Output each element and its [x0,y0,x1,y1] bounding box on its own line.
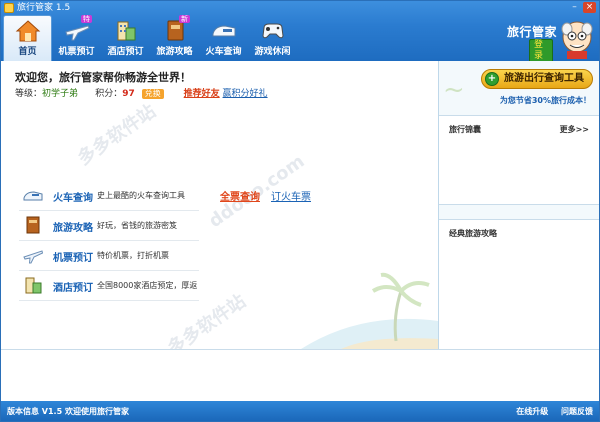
plus-icon: + [485,72,499,86]
recommend-friend-link[interactable]: 推荐好友 [184,89,220,99]
travel-tool-label: 旅游出行查询工具 [504,73,584,84]
nav-home[interactable]: 首页 [3,15,52,61]
nav-label: 机票预订 [58,47,95,57]
lower-panel [1,349,599,401]
window-controls: – × [568,2,596,13]
book-train-ticket-link[interactable]: 订火车票 [271,188,311,203]
service-name[interactable]: 火车查询 [53,189,93,204]
right-sidebar: ~ + 旅游出行查询工具 为您节省30%旅行成本！ 旅行锦囊 更多>> 经典旅游… [438,61,599,349]
watermark: 多多软件站 [73,100,160,170]
nav-label: 游戏休闲 [254,47,291,57]
level-label: 等级： [15,89,43,99]
brand-logo: 旅行管家 登录 [507,21,557,63]
beach-decoration [301,272,438,349]
welcome-message: 欢迎您，旅行管家帮你畅游全世界！ [15,71,191,84]
plane-icon [23,250,43,264]
classic-guides-panel: 经典旅游攻略 [439,219,599,349]
decorative-script: ~ [443,75,465,105]
train-icon [23,191,43,201]
service-item-guide[interactable]: 旅游攻略 好玩，省钱的旅游密笈 [19,211,199,241]
travel-tool-button[interactable]: + 旅游出行查询工具 [481,69,593,89]
service-desc: 好玩，省钱的旅游密笈 [97,221,177,230]
version-text: V1.5 欢迎使用旅行管家 [41,407,129,416]
status-bar: 版本信息 V1.5 欢迎使用旅行管家 在线升级 问题反馈 [1,401,599,421]
service-desc: 史上最酷的火车查询工具 [97,191,185,200]
app-window: 旅行管家 1.5 – × 首页 特 机票预订 酒店预订 新 旅游攻略 火车查询 … [0,0,600,422]
points-label: 积分： [95,89,123,99]
nav-flights[interactable]: 特 机票预订 [52,15,101,61]
classic-guides-title: 经典旅游攻略 [449,229,497,238]
travel-tips-title: 旅行锦囊 [449,125,481,134]
level-value: 初学子弟 [42,89,79,99]
more-link[interactable]: 更多>> [560,124,589,135]
points-value: 97 [122,89,135,99]
toolbar: 旅行管家 1.5 – × 首页 特 机票预订 酒店预订 新 旅游攻略 火车查询 … [1,1,599,63]
close-button[interactable]: × [583,2,596,13]
nav-games[interactable]: 游戏休闲 [248,15,297,61]
home-icon [15,20,40,42]
version-info: 版本信息 V1.5 欢迎使用旅行管家 [7,406,129,417]
nav-guides[interactable]: 新 旅游攻略 [150,15,199,61]
online-upgrade-link[interactable]: 在线升级 [516,407,548,416]
service-item-flight[interactable]: 机票预订 特价机票，打折机票 [19,241,199,271]
train-icon [212,25,235,37]
gamepad-icon [261,23,284,39]
nav-badge: 新 [179,15,190,23]
hotel-icon [25,277,42,294]
service-item-train[interactable]: 火车查询 史上最酷的火车查询工具 [19,181,199,211]
main-nav: 首页 特 机票预订 酒店预订 新 旅游攻略 火车查询 游戏休闲 [3,15,297,61]
travel-tips-panel: 旅行锦囊 更多>> [439,115,599,205]
full-ticket-query-link[interactable]: 全票查询 [220,188,260,203]
window-title: 旅行管家 1.5 [17,3,71,13]
nav-hotels[interactable]: 酒店预订 [101,15,150,61]
login-button[interactable]: 登录 [529,39,553,63]
guidebook-icon [26,216,40,234]
nav-trains[interactable]: 火车查询 [199,15,248,61]
savings-slogan: 为您节省30%旅行成本！ [499,96,591,105]
hotel-icon [117,21,135,41]
home-panel: 多多软件站 ddooo.com 多多软件站 欢迎您，旅行管家帮你畅游全世界！ 等… [1,61,438,349]
nav-badge: 特 [81,15,92,23]
mascot-avatar [561,21,593,59]
version-label[interactable]: 版本信息 [7,407,39,416]
service-name[interactable]: 旅游攻略 [53,219,93,234]
nav-label: 火车查询 [205,47,242,57]
service-item-hotel[interactable]: 酒店预订 全国8000家酒店预定，厚返 [19,271,199,301]
nav-label: 酒店预订 [107,47,144,57]
service-name[interactable]: 酒店预订 [53,279,93,294]
status-actions: 在线升级 问题反馈 [506,406,593,417]
service-desc: 特价机票，打折机票 [97,251,169,260]
minimize-button[interactable]: – [568,2,581,13]
exchange-button[interactable]: 兑换 [141,89,164,99]
user-stats: 等级：初学子弟 积分：97 兑换 推荐好友 赢积分好礼 [15,86,268,99]
brand-name: 旅行管家 [507,25,558,39]
service-desc: 全国8000家酒店预定，厚返 [97,281,198,290]
bonus-link[interactable]: 赢积分好礼 [223,89,268,99]
nav-label: 首页 [18,47,37,57]
title-bar: 旅行管家 1.5 – × [1,1,599,15]
feedback-link[interactable]: 问题反馈 [561,407,593,416]
app-icon [4,3,14,13]
nav-label: 旅游攻略 [156,47,193,57]
service-name[interactable]: 机票预订 [53,249,93,264]
